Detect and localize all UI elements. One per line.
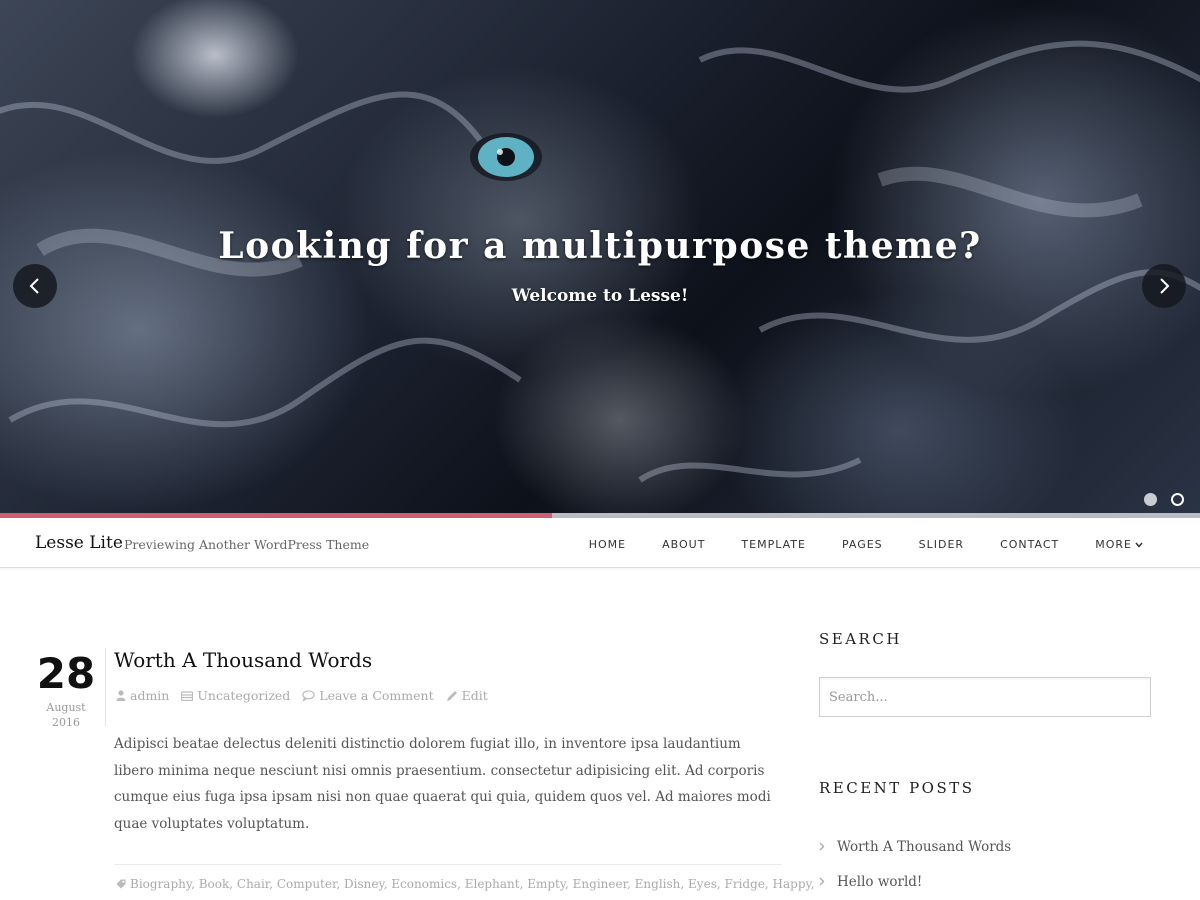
slide-subtitle: Welcome to Lesse! [511,286,689,306]
nav-label: MORE [1095,538,1132,551]
chevron-right-icon [1160,278,1170,294]
post-tag-link[interactable]: Chair [237,877,269,891]
nav-item-about[interactable]: ABOUT [662,538,705,551]
recent-posts-list: Worth A Thousand Words Hello world! [819,829,1011,899]
post-divider [114,864,782,865]
chevron-down-icon [1135,542,1143,548]
tag-separator: , [336,877,345,891]
slider-next-button[interactable] [1142,264,1186,308]
tag-separator: , [716,877,725,891]
slider-dot-1[interactable] [1144,493,1157,506]
chevron-right-icon [819,842,825,851]
nav-label: TEMPLATE [741,538,806,551]
nav-item-pages[interactable]: PAGES [842,538,883,551]
main-nav: HOME ABOUT TEMPLATE PAGES SLIDER CONTACT… [553,538,1143,551]
nav-item-slider[interactable]: SLIDER [919,538,964,551]
post-tag-link[interactable]: Happy [773,877,811,891]
post-comment-label: Leave a Comment [319,688,434,703]
hero-slider: Looking for a multipurpose theme? Welcom… [0,0,1200,513]
recent-posts-title: RECENT POSTS [819,779,975,797]
post-tag-link[interactable]: English [635,877,681,891]
post-tag-link[interactable]: Economics [391,877,457,891]
pencil-icon [446,690,457,701]
post-tag-link[interactable]: Fridge [725,877,765,891]
folder-icon [181,690,194,701]
slider-dot-2[interactable] [1171,493,1184,506]
post-tag-link[interactable]: Empty [527,877,565,891]
tag-separator: , [680,877,689,891]
post-tags: Biography, Book, Chair, Computer, Disney… [116,877,815,891]
chevron-left-icon [29,278,39,294]
post-author: admin [130,688,170,703]
recent-post-item[interactable]: Hello world! [819,864,1011,899]
site-header: Lesse Lite Previewing Another WordPress … [0,518,1200,568]
recent-post-link: Worth A Thousand Words [837,838,1012,855]
date-divider [105,648,106,726]
post-category-link[interactable]: Uncategorized [181,688,290,703]
chevron-right-icon [819,877,825,886]
post-edit-link[interactable]: Edit [446,688,488,703]
post-title[interactable]: Worth A Thousand Words [114,648,372,672]
post-tag-list: Biography, Book, Chair, Computer, Disney… [130,877,815,891]
post-tag-link[interactable]: Engineer [573,877,627,891]
post-tag-link[interactable]: Biography [130,877,191,891]
tag-separator: , [229,877,237,891]
recent-post-link: Hello world! [837,873,923,890]
post-tag-link[interactable]: Book [199,877,230,891]
post-date-month: August [46,701,86,714]
tag-separator: , [457,877,465,891]
nav-label: PAGES [841,538,883,551]
tag-separator: , [191,877,199,891]
nav-label: HOME [588,538,627,551]
slide-title: Looking for a multipurpose theme? [218,225,982,267]
nav-item-template[interactable]: TEMPLATE [741,538,806,551]
tag-icon [116,879,126,889]
post-meta: admin Uncategorized Leave a Comment Edit [116,688,500,703]
post-excerpt: Adipisci beatae delectus deleniti distin… [114,736,771,833]
post-date-year: 2016 [52,716,80,729]
nav-label: CONTACT [1000,538,1060,551]
post-tag-link[interactable]: Eyes [688,877,717,891]
tag-separator: , [627,877,635,891]
post-tag-link[interactable]: Elephant [465,877,520,891]
site-description: Previewing Another WordPress Theme [124,537,370,552]
nav-label: SLIDER [918,538,965,551]
post-date: 28 August 2016 [33,648,99,730]
tag-separator: , [810,877,815,891]
post-tag-link[interactable]: Computer [277,877,337,891]
post-comment-link[interactable]: Leave a Comment [302,688,434,703]
nav-item-home[interactable]: HOME [589,538,626,551]
comment-icon [302,690,316,701]
post-author-link[interactable]: admin [116,688,169,703]
post-date-day: 28 [36,649,96,698]
search-widget-title: SEARCH [819,630,902,648]
nav-item-more[interactable]: MORE [1095,538,1143,551]
slider-prev-button[interactable] [13,264,57,308]
tag-separator: , [764,877,773,891]
post-tag-link[interactable]: Disney [344,877,384,891]
tag-separator: , [269,877,277,891]
post-category: Uncategorized [197,688,291,703]
recent-post-item[interactable]: Worth A Thousand Words [819,829,1011,864]
tag-separator: , [565,877,573,891]
site-title[interactable]: Lesse Lite [35,533,123,553]
search-input[interactable] [819,677,1151,717]
user-icon [116,690,126,701]
post-edit-label: Edit [461,688,488,703]
nav-label: ABOUT [662,538,706,551]
nav-item-contact[interactable]: CONTACT [1000,538,1059,551]
